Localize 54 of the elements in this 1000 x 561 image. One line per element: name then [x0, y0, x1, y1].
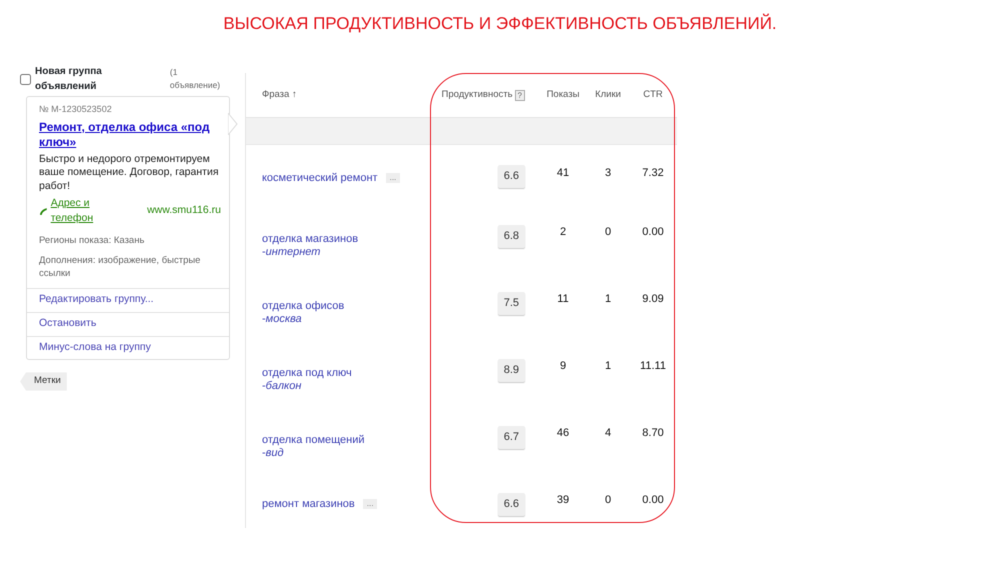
- phrase-link[interactable]: отделка помещений -вид: [262, 434, 384, 460]
- clicks-cell: 0: [604, 494, 612, 506]
- more-button[interactable]: ...: [362, 498, 378, 509]
- column-header: Продуктивность: [442, 88, 513, 102]
- productivity-score: 6.7: [498, 426, 525, 448]
- column-header: Показы: [546, 88, 580, 100]
- group-action-link[interactable]: Минус-слова на группу: [27, 336, 229, 360]
- phrase-link[interactable]: отделка офисов -москва: [262, 300, 384, 326]
- clicks-cell: 1: [604, 360, 612, 372]
- clicks-cell: 4: [604, 427, 612, 439]
- shows-cell: 2: [560, 226, 566, 238]
- phrase-link[interactable]: отделка магазинов -интернет: [262, 232, 384, 258]
- slide-title: ВЫСОКАЯ ПРОДУКТИВНОСТЬ И ЭФФЕКТИВНОСТЬ ОБЪЯВЛЕНИЙ.: [222, 12, 778, 35]
- ctr-cell: 7.32: [642, 167, 664, 179]
- site-url: www.smu116.ru: [147, 203, 221, 218]
- help-icon[interactable]: ?: [514, 90, 525, 100]
- group-name: Новая группа объявлений: [35, 65, 103, 94]
- group-checkbox[interactable]: [20, 74, 31, 84]
- clicks-cell: 3: [604, 167, 612, 179]
- ad-number: № M-1230523502: [39, 103, 113, 116]
- ad-title-link[interactable]: Ремонт, отделка офиса «под ключ»: [39, 120, 221, 151]
- tags-button[interactable]: Метки: [20, 372, 67, 391]
- phrase-link[interactable]: отделка под ключ -балкон: [262, 366, 384, 392]
- column-header: Клики: [595, 88, 621, 100]
- productivity-score: 6.8: [498, 225, 525, 248]
- group-action-link[interactable]: Редактировать группу...: [27, 288, 229, 312]
- shows-cell: 11: [557, 293, 569, 305]
- ad-text: Быстро и недорого отремонтируем ваше помещение. Договор, гарантия работ!: [39, 152, 220, 194]
- productivity-score: 6.6: [498, 165, 525, 188]
- phrase-link[interactable]: ремонт магазинов: [262, 498, 355, 510]
- ad-count: (1 объявление): [170, 66, 222, 92]
- group-action-link[interactable]: Остановить: [27, 312, 229, 336]
- column-header: CTR: [643, 88, 663, 100]
- shows-cell: 41: [556, 167, 570, 179]
- productivity-score: 7.5: [498, 292, 525, 314]
- shows-cell: 46: [556, 427, 570, 439]
- productivity-score: 6.6: [498, 493, 525, 516]
- ctr-cell: 0.00: [642, 494, 664, 506]
- ctr-cell: 9.09: [642, 293, 664, 305]
- shows-cell: 9: [560, 360, 566, 372]
- shows-cell: 39: [556, 494, 570, 506]
- clicks-cell: 1: [604, 293, 612, 305]
- clicks-cell: 0: [604, 226, 612, 238]
- productivity-score: 8.9: [498, 359, 525, 382]
- ctr-cell: 0.00: [642, 226, 664, 238]
- column-header[interactable]: Фраза ↑: [262, 88, 297, 102]
- ctr-cell: 11.11: [640, 360, 666, 372]
- contact-link[interactable]: Адрес и телефон: [50, 196, 132, 228]
- ctr-cell: 8.70: [642, 427, 664, 439]
- phrase-link[interactable]: косметический ремонт: [262, 172, 378, 185]
- regions-text: Регионы показа: Казань: [39, 235, 146, 248]
- phone-icon: [39, 206, 48, 216]
- extras-text: Дополнения: изображение, быстрые ссылки: [39, 255, 202, 280]
- more-button[interactable]: ...: [386, 173, 400, 184]
